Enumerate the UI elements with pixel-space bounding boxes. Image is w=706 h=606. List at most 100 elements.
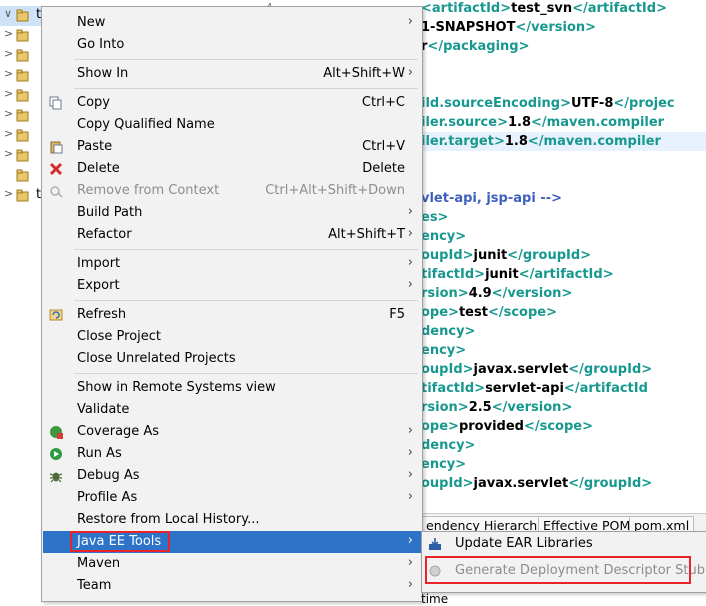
tree-item[interactable]: ∨ t: [0, 6, 42, 26]
code-token: ency>: [421, 457, 467, 472]
tree-expand-icon[interactable]: >: [4, 27, 13, 40]
menu-item-export[interactable]: Export ›: [43, 275, 421, 297]
code-line[interactable]: iler.source>1.8</maven.compiler: [421, 113, 664, 132]
generate-descriptor-highlight: [425, 556, 691, 584]
submenu-arrow-icon: ›: [407, 445, 413, 460]
code-line[interactable]: dency>: [421, 436, 475, 455]
submenu-arrow-icon: ›: [407, 65, 413, 80]
menu-item-maven[interactable]: Maven ›: [43, 553, 421, 575]
project-icon: [16, 129, 29, 142]
code-line[interactable]: ope>test</scope>: [421, 303, 557, 322]
code-token: </artifactId>: [572, 1, 667, 16]
menu-item-label: Close Unrelated Projects: [77, 351, 236, 366]
project-icon: [16, 149, 29, 162]
menu-item-restore-from-local-history[interactable]: Restore from Local History...: [43, 509, 421, 531]
tree-expand-icon[interactable]: >: [4, 67, 13, 80]
submenu-arrow-icon: ›: [407, 204, 413, 219]
menu-item-show-in[interactable]: Show In Alt+Shift+W ›: [43, 63, 421, 85]
tree-expand-icon[interactable]: >: [4, 127, 13, 140]
submenu-arrow-icon: ›: [407, 555, 413, 570]
code-line[interactable]: oupId>javax.servlet</groupId>: [421, 474, 652, 493]
menu-item-validate[interactable]: Validate: [43, 399, 421, 421]
code-line[interactable]: es>: [421, 208, 448, 227]
code-line[interactable]: 1-SNAPSHOT</version>: [421, 18, 596, 37]
code-line[interactable]: ency>: [421, 227, 466, 246]
code-line[interactable]: dency>: [421, 322, 475, 341]
code-token: ency>: [421, 229, 467, 244]
tree-expand-icon[interactable]: >: [4, 147, 13, 160]
coverage-icon: [49, 425, 63, 439]
code-line[interactable]: vlet-api, jsp-api -->: [421, 189, 562, 208]
submenu-item-update-ear-libraries[interactable]: Update EAR Libraries: [423, 533, 706, 555]
code-token: iler.target>: [421, 134, 505, 149]
tree-item[interactable]: >: [0, 66, 42, 86]
code-token: 1.8: [507, 115, 532, 130]
menu-item-remove-from-context[interactable]: Remove from Context Ctrl+Alt+Shift+Down: [43, 180, 421, 202]
code-token: ild.sourceEncoding>: [421, 96, 572, 111]
code-line[interactable]: ency>: [421, 455, 466, 474]
menu-item-coverage-as[interactable]: Coverage As ›: [43, 421, 421, 443]
project-icon: [16, 189, 29, 202]
menu-item-import[interactable]: Import ›: [43, 253, 421, 275]
menu-item-refresh[interactable]: Refresh F5: [43, 304, 421, 326]
code-line[interactable]: oupId>javax.servlet</groupId>: [421, 360, 652, 379]
tree-expand-icon[interactable]: >: [4, 47, 13, 60]
menu-item-run-as[interactable]: Run As ›: [43, 443, 421, 465]
code-line[interactable]: iler.target>1.8</maven.compiler: [421, 132, 706, 151]
menu-item-delete[interactable]: Delete Delete: [43, 158, 421, 180]
code-token: dency>: [421, 438, 476, 453]
menu-item-label: Profile As: [77, 490, 138, 505]
code-line[interactable]: <artifactId>test_svn</artifactId>: [421, 0, 667, 18]
menu-item-new[interactable]: New ›: [43, 12, 421, 34]
menu-separator: [74, 88, 418, 89]
tree-item[interactable]: >: [0, 126, 42, 146]
menu-item-profile-as[interactable]: Profile As ›: [43, 487, 421, 509]
context-menu: New › Go Into Show In Alt+Shift+W › Copy Ctrl+C…: [41, 6, 423, 602]
menu-item-close-unrelated-projects[interactable]: Close Unrelated Projects: [43, 348, 421, 370]
menu-item-label: Export: [77, 278, 120, 293]
tree-item[interactable]: >: [0, 146, 42, 166]
menu-separator: [74, 249, 418, 250]
menu-item-close-project[interactable]: Close Project: [43, 326, 421, 348]
code-line[interactable]: r</packaging>: [421, 37, 529, 56]
menu-item-copy-qualified-name[interactable]: Copy Qualified Name: [43, 114, 421, 136]
code-line[interactable]: ency>: [421, 341, 466, 360]
menu-item-label: Close Project: [77, 329, 162, 344]
project-icon: [16, 69, 29, 82]
menu-item-copy[interactable]: Copy Ctrl+C: [43, 92, 421, 114]
menu-item-label: Refactor: [77, 227, 132, 242]
menu-item-paste[interactable]: Paste Ctrl+V: [43, 136, 421, 158]
menu-item-label: Remove from Context: [77, 183, 220, 198]
code-token: javax.servlet: [473, 362, 569, 377]
menu-item-show-in-remote-systems-view[interactable]: Show in Remote Systems view: [43, 377, 421, 399]
menu-item-team[interactable]: Team ›: [43, 575, 421, 597]
menu-item-build-path[interactable]: Build Path ›: [43, 202, 421, 224]
code-line[interactable]: tifactId>junit</artifactId>: [421, 265, 614, 284]
code-line[interactable]: ope>provided</scope>: [421, 417, 593, 436]
code-line[interactable]: ild.sourceEncoding>UTF-8</projec: [421, 94, 675, 113]
menu-item-label: Show in Remote Systems view: [77, 380, 276, 395]
tree-expand-icon[interactable]: >: [4, 107, 13, 120]
project-icon: [16, 9, 29, 22]
tree-item[interactable]: >: [0, 26, 42, 46]
code-line[interactable]: oupId>junit</groupId>: [421, 246, 591, 265]
code-line[interactable]: tifactId>servlet-api</artifactId: [421, 379, 648, 398]
submenu-arrow-icon: ›: [407, 277, 413, 292]
submenu-arrow-icon: ›: [407, 226, 413, 241]
menu-item-go-into[interactable]: Go Into: [43, 34, 421, 56]
tree-item[interactable]: >: [0, 86, 42, 106]
tree-item[interactable]: >: [0, 106, 42, 126]
tree-expand-icon[interactable]: ∨: [4, 7, 12, 20]
menu-item-refactor[interactable]: Refactor Alt+Shift+T ›: [43, 224, 421, 246]
tree-expand-icon[interactable]: >: [4, 187, 13, 200]
tree-item[interactable]: > t: [0, 186, 42, 206]
menu-item-debug-as[interactable]: Debug As ›: [43, 465, 421, 487]
code-token: UTF-8: [571, 96, 614, 111]
code-line[interactable]: rsion>4.9</version>: [421, 284, 572, 303]
menu-item-label: Restore from Local History...: [77, 512, 260, 527]
menu-item-label: Coverage As: [77, 424, 160, 439]
code-line[interactable]: rsion>2.5</version>: [421, 398, 572, 417]
tree-item[interactable]: [0, 166, 42, 186]
tree-item[interactable]: >: [0, 46, 42, 66]
tree-expand-icon[interactable]: >: [4, 87, 13, 100]
